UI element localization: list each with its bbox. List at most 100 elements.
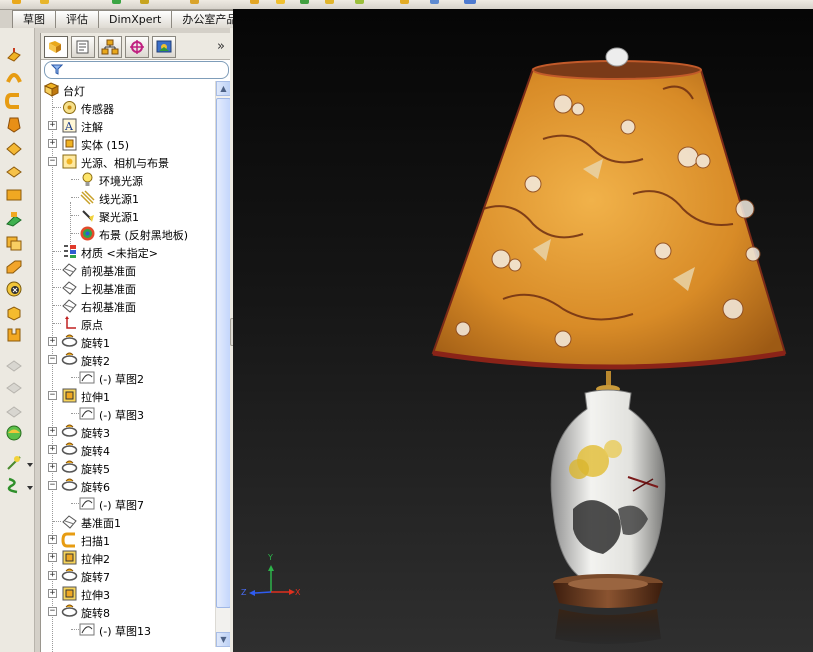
toolbar-icon[interactable]	[325, 0, 334, 4]
tree-item-label: 旋转6	[81, 481, 110, 494]
feature-tree-filter[interactable]	[44, 61, 229, 79]
wrap-icon[interactable]	[5, 258, 23, 276]
collapse-icon[interactable]: −	[48, 391, 57, 400]
toolbar-icon[interactable]	[40, 0, 49, 4]
revolved-boss-icon[interactable]	[5, 68, 23, 86]
tree-item[interactable]: − 光源、相机与布景	[41, 153, 215, 171]
configuration-manager-tab[interactable]	[98, 36, 122, 58]
toolbar-icon[interactable]	[140, 0, 149, 4]
toolbar-icon[interactable]	[250, 0, 259, 4]
collapse-icon[interactable]: −	[48, 607, 57, 616]
toolbar-icon[interactable]	[400, 0, 409, 4]
tree-item[interactable]: 右视基准面	[41, 297, 215, 315]
tree-item[interactable]: 基准面1	[41, 513, 215, 531]
tab-sketch[interactable]: 草图	[12, 10, 56, 28]
tree-item[interactable]: 布景 (反射黑地板)	[41, 225, 215, 243]
collapse-icon[interactable]: −	[48, 481, 57, 490]
scroll-down-button[interactable]: ▼	[216, 632, 231, 647]
tree-item[interactable]: + 旋转3	[41, 423, 215, 441]
display-manager-tab[interactable]	[152, 36, 176, 58]
expand-icon[interactable]: +	[48, 589, 57, 598]
toolbar-icon[interactable]	[276, 0, 285, 4]
collapse-icon[interactable]: −	[48, 157, 57, 166]
boundary-boss-icon[interactable]	[5, 140, 23, 158]
tree-item[interactable]: (-) 草图13	[41, 621, 215, 639]
expand-icon[interactable]: +	[48, 337, 57, 346]
tree-item[interactable]: + 旋转1	[41, 333, 215, 351]
linear-pattern-icon[interactable]	[5, 210, 23, 228]
tree-item[interactable]: + 拉伸3	[41, 585, 215, 603]
tree-item-root[interactable]: 台灯	[41, 81, 215, 99]
tree-item[interactable]: − 旋转6	[41, 477, 215, 495]
graphics-viewport[interactable]: Y X Z	[233, 9, 813, 652]
tree-item[interactable]: 线光源1	[41, 189, 215, 207]
dimxpert-manager-tab[interactable]	[125, 36, 149, 58]
property-manager-tab[interactable]	[71, 36, 95, 58]
triad-y-label: Y	[268, 553, 273, 562]
toolbar-icon[interactable]	[190, 0, 199, 4]
fillet-icon[interactable]	[5, 186, 23, 204]
expand-icon[interactable]: +	[48, 427, 57, 436]
tree-item[interactable]: 聚光源1	[41, 207, 215, 225]
reference-triad	[249, 565, 295, 596]
shell-icon[interactable]	[5, 304, 23, 322]
tree-item[interactable]: 材质 <未指定>	[41, 243, 215, 261]
tab-dimxpert[interactable]: DimXpert	[98, 10, 173, 28]
tree-item[interactable]: − 拉伸1	[41, 387, 215, 405]
toolbar-icon[interactable]	[355, 0, 364, 4]
lofted-boss-icon[interactable]	[5, 116, 23, 134]
curves-icon[interactable]	[5, 476, 23, 494]
tree-item[interactable]: (-) 草图7	[41, 495, 215, 513]
toolbar-icon[interactable]	[112, 0, 121, 4]
tree-item[interactable]: 上视基准面	[41, 279, 215, 297]
tree-item[interactable]: + 拉伸2	[41, 549, 215, 567]
collapse-icon[interactable]: −	[48, 355, 57, 364]
draft-icon[interactable]	[5, 280, 23, 298]
expand-icon[interactable]: +	[48, 139, 57, 148]
tree-item[interactable]: + 实体 (15)	[41, 135, 215, 153]
chevron-down-icon[interactable]	[27, 486, 33, 490]
expand-panel-icon[interactable]: »	[217, 39, 225, 54]
expand-icon[interactable]: +	[48, 463, 57, 472]
tree-item[interactable]: (-) 草图3	[41, 405, 215, 423]
toolbar-icon[interactable]	[12, 0, 21, 4]
extruded-boss-icon[interactable]	[5, 46, 23, 64]
chevron-down-icon[interactable]	[27, 463, 33, 467]
tree-item[interactable]: 环境光源	[41, 171, 215, 189]
toolbar-icon[interactable]	[300, 0, 309, 4]
mirror-icon[interactable]	[5, 326, 23, 344]
expand-icon[interactable]: +	[48, 553, 57, 562]
dome-icon[interactable]	[5, 424, 23, 442]
tree-item[interactable]: + 旋转5	[41, 459, 215, 477]
toolbar-icon[interactable]	[430, 0, 439, 4]
tree-item[interactable]: 前视基准面	[41, 261, 215, 279]
tree-item[interactable]: + 旋转4	[41, 441, 215, 459]
rib-icon[interactable]	[5, 234, 23, 252]
tree-scrollbar[interactable]: ▲ ▼	[215, 81, 231, 647]
toolbar-icon[interactable]	[464, 0, 476, 4]
lamp-model[interactable]	[233, 9, 813, 652]
scroll-thumb[interactable]	[216, 98, 231, 608]
tree-item[interactable]: 原点	[41, 315, 215, 333]
scroll-up-button[interactable]: ▲	[216, 81, 231, 96]
swept-boss-icon[interactable]	[5, 92, 23, 110]
expand-icon[interactable]: +	[48, 445, 57, 454]
tree-item[interactable]: + 旋转7	[41, 567, 215, 585]
tree-item[interactable]: + 扫描1	[41, 531, 215, 549]
tab-evaluate[interactable]: 评估	[55, 10, 99, 28]
tree-item[interactable]: − 旋转8	[41, 603, 215, 621]
tree-item-label: 前视基准面	[81, 265, 136, 278]
feature-tree-tab[interactable]	[44, 36, 68, 58]
plane-icon	[61, 513, 78, 530]
cut-icon[interactable]	[5, 162, 23, 180]
expand-icon[interactable]: +	[48, 571, 57, 580]
tree-connector	[71, 179, 79, 180]
tree-item[interactable]: 传感器	[41, 99, 215, 117]
expand-icon[interactable]: +	[48, 121, 57, 130]
tree-item[interactable]: (-) 草图2	[41, 369, 215, 387]
reference-geometry-icon[interactable]	[5, 454, 23, 472]
tree-item[interactable]: − 旋转2	[41, 351, 215, 369]
tree-item[interactable]: + A 注解	[41, 117, 215, 135]
lamp-shade[interactable]	[431, 63, 787, 368]
expand-icon[interactable]: +	[48, 535, 57, 544]
